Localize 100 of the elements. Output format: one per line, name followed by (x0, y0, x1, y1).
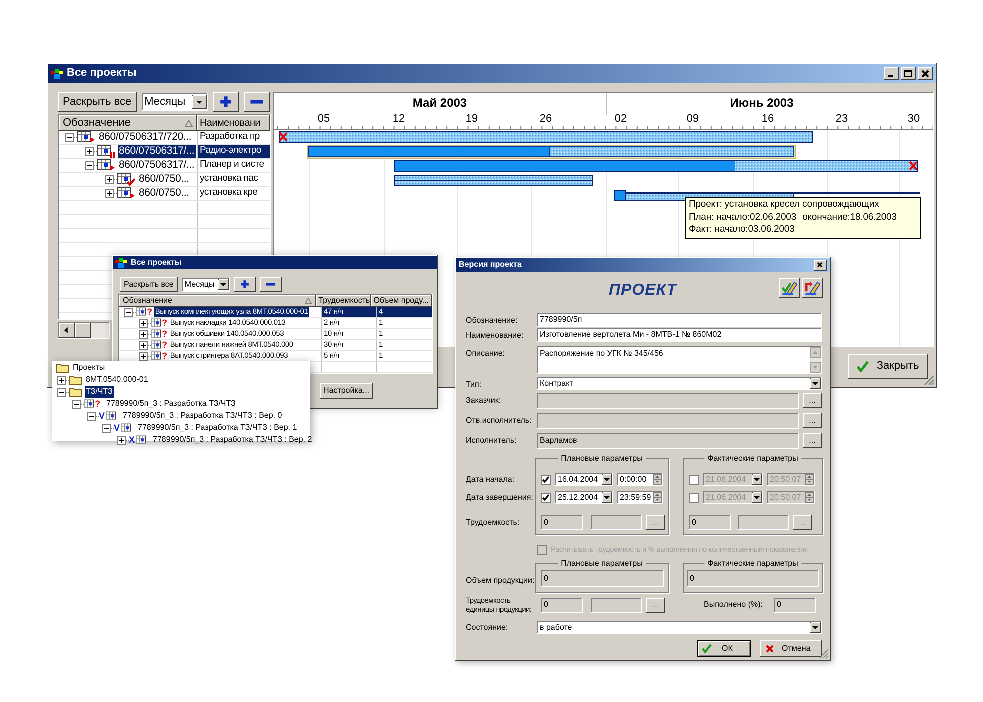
tree-toggle[interactable] (124, 308, 133, 316)
tree-item[interactable]: 860/07506317/720... (98, 131, 193, 144)
minus-button[interactable] (244, 92, 270, 112)
plus-button[interactable] (212, 92, 239, 112)
tree-toggle[interactable] (117, 436, 126, 444)
text-field[interactable]: Варламов (537, 433, 799, 449)
tree-toggle[interactable] (139, 352, 148, 360)
minus-button[interactable] (260, 277, 282, 292)
dropdown-button[interactable] (218, 279, 229, 290)
checkbox[interactable] (689, 492, 699, 502)
dropdown[interactable]: в работе (537, 621, 822, 634)
dropdown-button[interactable] (192, 95, 207, 109)
checkbox[interactable] (689, 474, 699, 484)
close-button[interactable] (814, 260, 827, 270)
plus-button[interactable] (234, 277, 256, 292)
time-field[interactable]: 23:59:59 (617, 491, 663, 504)
tree-toggle[interactable] (105, 175, 114, 184)
scale-dropdown[interactable]: Месяцы (142, 93, 208, 111)
status-mark: X (129, 436, 136, 444)
column-header[interactable]: Обозначение (59, 115, 197, 131)
tree-item[interactable]: 7789990/5п_3 : Разработка ТЗ/ЧТЗ : Вер. 2 (152, 434, 314, 446)
column-header[interactable]: Трудоемкость (316, 295, 371, 307)
checkbox[interactable] (541, 492, 551, 502)
tree-toggle[interactable] (139, 330, 148, 338)
text-field[interactable] (591, 598, 642, 613)
scrollbar-thumb[interactable] (75, 323, 91, 338)
text-field[interactable]: 0 (541, 570, 664, 588)
tree-toggle[interactable] (65, 133, 74, 142)
text-field[interactable]: 0 (541, 598, 583, 613)
scroll-left-button[interactable] (59, 323, 75, 338)
tree-item[interactable]: 8МТ.0540.000-01 (85, 374, 150, 386)
text-field[interactable] (537, 413, 799, 429)
spin-button[interactable] (805, 492, 814, 503)
tree-toggle[interactable] (57, 376, 66, 384)
column-header[interactable]: Объем проду... (370, 295, 432, 307)
column-header[interactable]: Обозначение (119, 295, 316, 307)
close-button[interactable]: Закрыть (848, 354, 928, 379)
text-field[interactable] (591, 515, 642, 530)
tree-toggle[interactable] (139, 318, 148, 328)
tree-toggle[interactable] (85, 147, 94, 156)
minimize-button[interactable] (884, 67, 899, 80)
tree-item[interactable]: Проекты (72, 362, 106, 374)
horizontal-scrollbar[interactable] (58, 322, 110, 339)
tree-toggle[interactable] (105, 189, 114, 198)
cancel-button[interactable]: Отмена (760, 640, 822, 658)
tree-toggle[interactable] (85, 161, 94, 170)
scale-dropdown[interactable]: Месяцы (182, 278, 230, 292)
spin-button[interactable] (805, 474, 814, 485)
button[interactable]: Раскрыть все (120, 277, 178, 292)
table-icon (117, 173, 135, 186)
tree-item[interactable]: 7789990/5п_3 : Разработка ТЗ/ЧТЗ : Вер. 1 (137, 422, 298, 434)
group-title: Плановые параметры (558, 453, 646, 465)
text-field[interactable]: 0 (541, 515, 583, 530)
dropdown-button[interactable] (602, 474, 612, 485)
button[interactable]: ... (803, 413, 822, 428)
text-field[interactable]: Изготовление вертолета Ми - 8МТВ-1 № 860М02 (537, 328, 822, 342)
close-button[interactable] (918, 67, 933, 80)
spin-button[interactable] (653, 492, 662, 503)
button[interactable]: ... (803, 433, 822, 448)
text-field[interactable] (738, 515, 789, 530)
pencil-check-icon[interactable] (779, 278, 800, 298)
tree-toggle[interactable] (87, 412, 96, 420)
tree-toggle[interactable] (57, 388, 66, 396)
button[interactable]: Раскрыть все (58, 92, 137, 112)
text-field[interactable]: 0 (689, 515, 731, 530)
dropdown[interactable]: Контракт (537, 377, 822, 390)
tree-toggle[interactable] (72, 400, 81, 408)
text-area[interactable]: Распоряжение по УГК № 345/456 (537, 346, 822, 374)
tree-item[interactable]: 860/0750... (138, 187, 190, 200)
spin-button[interactable] (653, 474, 662, 485)
text-field[interactable]: 0 (774, 598, 816, 613)
field-label: Дата начала: (466, 474, 516, 486)
tree-toggle[interactable] (102, 424, 111, 432)
dropdown-button[interactable] (810, 622, 821, 634)
date-picker[interactable]: 25.12.2004 (555, 491, 613, 504)
tree-item[interactable]: 7789990/5п_3 : Разработка ТЗ/ЧТЗ : Вер. 0 (122, 410, 284, 422)
table-cell: установка пас (197, 173, 270, 186)
tree-item[interactable]: 860/07506317/... (118, 145, 196, 158)
button[interactable]: ... (803, 393, 822, 408)
ok-button[interactable]: ОК (697, 640, 751, 658)
tree-item[interactable]: 7789990/5п_3 : Разработка ТЗ/ЧТЗ (106, 398, 237, 410)
dropdown-button[interactable] (810, 378, 821, 389)
maximize-button[interactable] (901, 67, 916, 80)
button[interactable]: Настройка... (320, 383, 373, 399)
tree-toggle[interactable] (139, 340, 148, 350)
text-field[interactable] (537, 393, 799, 409)
tree-item[interactable]: 860/07506317/... (118, 159, 196, 172)
date-picker[interactable]: 16.04.2004 (555, 473, 613, 486)
dropdown-button[interactable] (752, 492, 762, 503)
status-mark: ? (95, 400, 100, 408)
tree-item[interactable]: ТЗ/ЧТЗ (85, 386, 114, 398)
column-header[interactable]: Наименовани (197, 115, 270, 131)
text-field[interactable]: 0 (687, 570, 819, 588)
tree-item[interactable]: 860/0750... (138, 173, 190, 186)
checkbox[interactable] (541, 474, 551, 484)
dropdown-button[interactable] (752, 474, 762, 485)
dropdown-button[interactable] (602, 492, 612, 503)
text-field[interactable]: 7789990/5п (537, 313, 822, 327)
time-field[interactable]: 0:00:00 (617, 473, 663, 486)
vertical-scrollbar[interactable] (810, 347, 821, 373)
